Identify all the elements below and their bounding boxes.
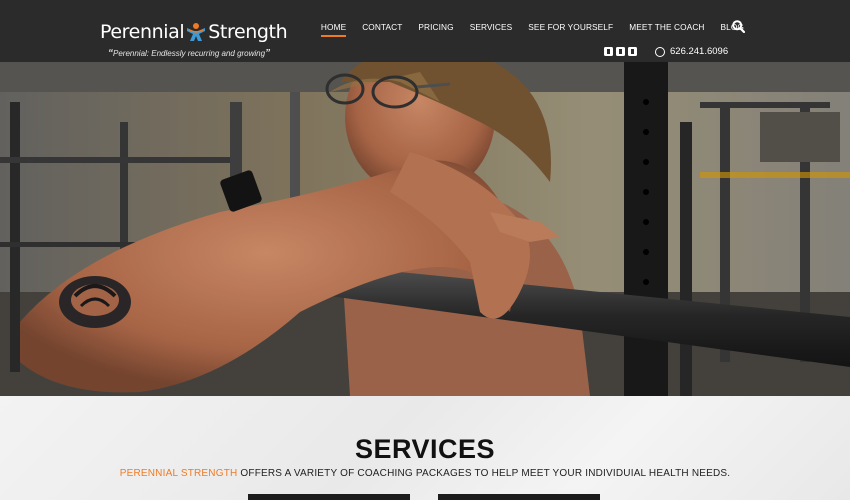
social-links [604,47,637,56]
hero-banner [0,62,850,396]
nav-home[interactable]: HOME [320,22,347,37]
site-logo[interactable]: Perennial Strength [100,20,288,44]
logo-figure-icon [187,23,206,41]
facebook-icon[interactable] [604,47,613,56]
logo-text-perennial: Perennial [100,21,185,43]
logo-text-strength: Strength [208,21,288,43]
search-icon[interactable] [732,20,745,33]
twitter-icon[interactable] [616,47,625,56]
service-card-1[interactable] [248,494,410,500]
whatsapp-icon [655,46,665,57]
nav-services[interactable]: SERVICES [470,22,513,37]
service-card-2[interactable] [438,494,600,500]
services-subtitle: PERENNIAL STRENGTH OFFERS A VARIETY OF C… [0,468,850,479]
nav-see-for-yourself[interactable]: SEE FOR YOURSELF [528,22,613,37]
services-subtitle-text: OFFERS A VARIETY OF COACHING PACKAGES TO… [237,468,731,479]
phone-number: 626.241.6096 [670,46,729,57]
instagram-icon[interactable] [628,47,637,56]
services-heading: SERVICES [354,434,496,464]
services-section: SERVICES PERENNIAL STRENGTH OFFERS A VAR… [0,396,850,500]
site-header: Perennial Strength “Perennial: Endlessly… [0,0,850,62]
nav-contact[interactable]: CONTACT [362,22,402,37]
hero-image [0,62,850,396]
nav-meet-the-coach[interactable]: MEET THE COACH [629,22,704,37]
brand-tagline: “Perennial: Endlessly recurring and grow… [108,48,271,59]
services-subtitle-brand: PERENNIAL STRENGTH [119,468,238,479]
nav-pricing[interactable]: PRICING [418,22,453,37]
main-nav: HOME CONTACT PRICING SERVICES SEE FOR YO… [305,22,744,37]
phone-contact[interactable]: 626.241.6096 [655,46,728,57]
